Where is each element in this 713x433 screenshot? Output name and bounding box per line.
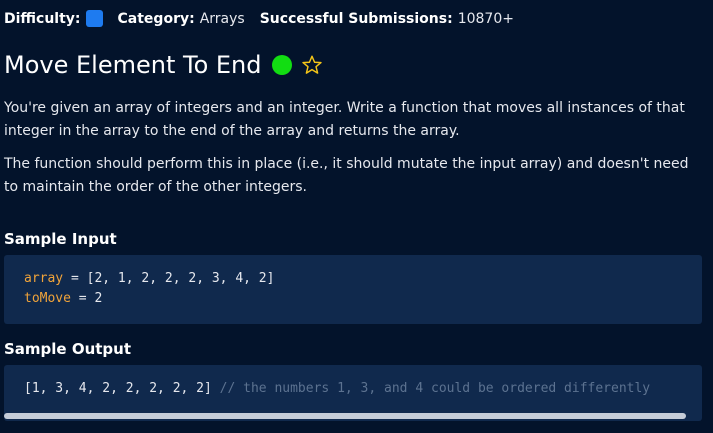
code-var-array: array [24,271,64,286]
submissions-value: 10870+ [457,10,514,27]
question-page: Difficulty: Category: Arrays Successful … [0,0,713,433]
difficulty-indicator [85,10,103,27]
code-output-value: [1, 3, 4, 2, 2, 2, 2, 2] [24,381,212,396]
category-label: Category: [117,10,195,27]
submissions-label: Successful Submissions: [259,10,453,27]
code-line-1: array = [2, 1, 2, 2, 2, 3, 4, 2] [24,269,702,289]
code-var-tomove: toMove [24,291,71,306]
category-value: Arrays [199,10,245,27]
star-outline-icon[interactable] [301,54,323,76]
title-row: Move Element To End [4,49,323,81]
prompt-paragraph-1: You're given an array of integers and an… [4,100,685,139]
code-output-comment: // the numbers 1, 3, and 4 could be orde… [211,381,651,396]
sample-input-heading: Sample Input [4,230,117,248]
horizontal-scrollbar[interactable] [4,413,702,421]
completion-status-dot [272,55,293,75]
sample-output-heading: Sample Output [4,340,132,358]
code-array-value: = [2, 1, 2, 2, 2, 3, 4, 2] [63,271,275,286]
prompt-paragraph-2: The function should perform this in plac… [4,156,689,195]
question-title: Move Element To End [4,51,262,79]
difficulty-label: Difficulty: [4,10,81,27]
sample-input-code: array = [2, 1, 2, 2, 2, 3, 4, 2] toMove =… [4,255,702,324]
scrollbar-thumb[interactable] [4,413,686,419]
code-line-2: toMove = 2 [24,289,702,309]
code-tomove-value: = 2 [70,291,103,306]
question-meta: Difficulty: Category: Arrays Successful … [4,10,514,27]
code-output-line: [1, 3, 4, 2, 2, 2, 2, 2] // the numbers … [24,379,702,399]
